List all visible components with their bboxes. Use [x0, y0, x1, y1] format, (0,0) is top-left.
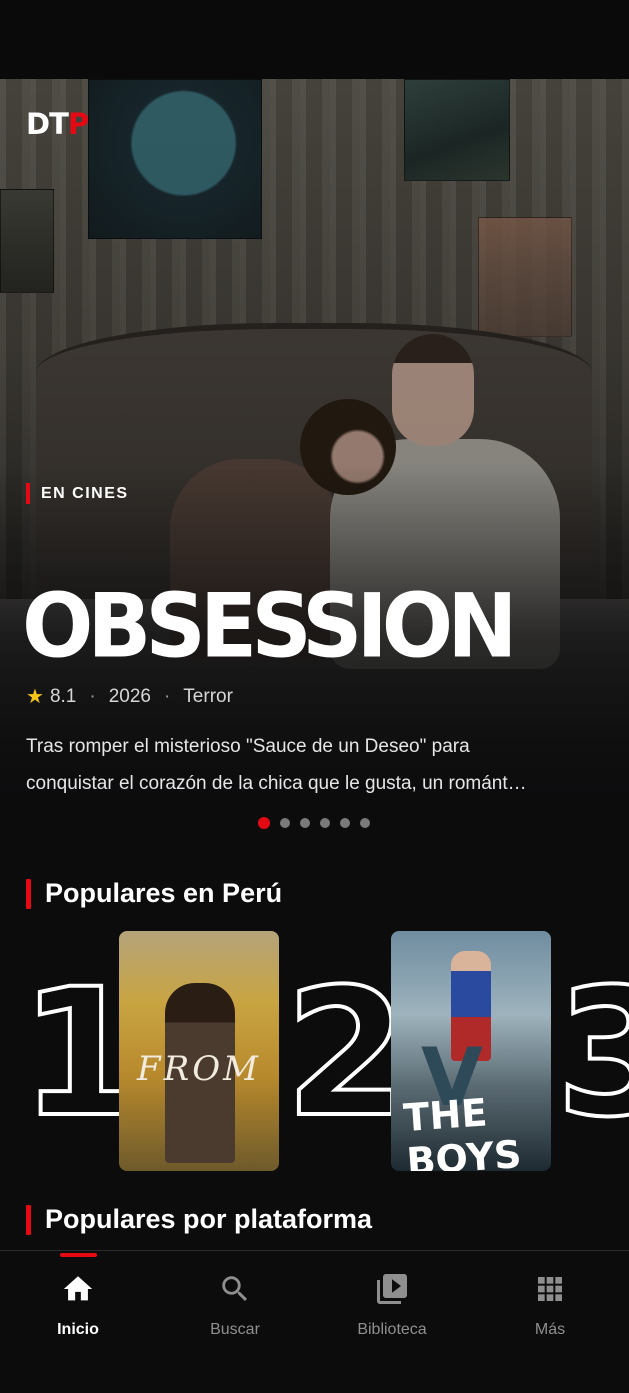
carousel-dot[interactable]	[340, 818, 350, 828]
tag-accent-bar	[26, 483, 30, 504]
poster-card-the-boys[interactable]: V THE BOYS	[391, 931, 551, 1171]
poster-card-from[interactable]: FROM	[119, 931, 279, 1171]
hero-tag-label: EN CINES	[41, 484, 129, 502]
bottom-nav: Inicio Buscar Biblioteca Más	[0, 1250, 629, 1393]
library-icon	[327, 1269, 457, 1309]
nav-active-indicator	[60, 1253, 97, 1257]
hero-description: Tras romper el misterioso "Sauce de un D…	[26, 728, 606, 802]
carousel-indicator[interactable]	[258, 817, 370, 829]
nav-item-buscar[interactable]: Buscar	[170, 1269, 300, 1339]
section-accent-bar	[26, 1204, 31, 1235]
hero-description-line: Tras romper el misterioso "Sauce de un D…	[26, 736, 470, 757]
nav-label: Más	[534, 1321, 566, 1338]
hero-title: OBSESSION	[22, 574, 517, 678]
section-platforms-title: Populares por plataforma	[45, 1204, 373, 1234]
section-popular-title: Populares en Perú	[45, 878, 283, 908]
carousel-dot[interactable]	[280, 818, 290, 828]
hero-banner[interactable]: DTP EN CINES OBSESSION ★ 8.1 · 2026 · Te…	[0, 79, 629, 849]
hero-description-line: conquistar el corazón de la chica que le…	[26, 773, 527, 794]
section-accent-bar	[26, 878, 31, 909]
nav-item-biblioteca[interactable]: Biblioteca	[327, 1269, 457, 1339]
home-icon	[13, 1269, 143, 1309]
logo-accent: P	[67, 107, 89, 141]
rank-number-2: 2	[283, 951, 409, 1156]
meta-separator: ·	[163, 685, 171, 707]
rank-number-3: 3	[554, 951, 629, 1156]
hero-genre: Terror	[183, 685, 233, 707]
carousel-dot[interactable]	[320, 818, 330, 828]
status-bar	[0, 0, 629, 79]
star-icon: ★	[26, 686, 44, 708]
logo-main: DT	[26, 107, 69, 141]
section-platforms: Populares por plataforma	[26, 1204, 372, 1235]
nav-item-inicio[interactable]: Inicio	[13, 1269, 143, 1339]
carousel-dot[interactable]	[360, 818, 370, 828]
grid-icon	[485, 1269, 615, 1309]
carousel-dot[interactable]	[258, 817, 270, 829]
meta-separator: ·	[89, 685, 96, 707]
nav-item-mas[interactable]: Más	[485, 1269, 615, 1339]
search-icon	[170, 1269, 300, 1309]
nav-label: Buscar	[210, 1321, 260, 1338]
nav-label: Inicio	[57, 1321, 99, 1338]
poster-title-the-boys: THE BOYS	[402, 1090, 523, 1171]
carousel-dot[interactable]	[300, 818, 310, 828]
nav-label: Biblioteca	[357, 1321, 427, 1338]
poster-title-from: FROM	[137, 1049, 261, 1089]
app-logo[interactable]: DTP	[26, 107, 89, 141]
hero-meta: ★ 8.1 · 2026 · Terror	[26, 684, 233, 709]
hero-rating: 8.1	[49, 685, 77, 707]
hero-tag: EN CINES	[26, 483, 129, 504]
hero-year: 2026	[108, 685, 151, 707]
section-popular: Populares en Perú	[26, 878, 282, 909]
